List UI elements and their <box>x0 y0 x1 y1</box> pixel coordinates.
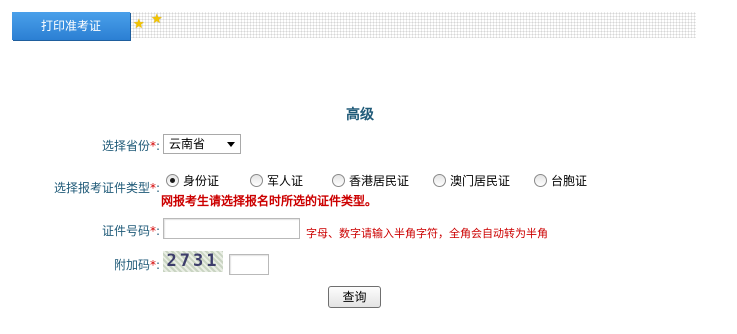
required-mark: * <box>149 224 156 238</box>
radio-unchecked-icon[interactable] <box>250 174 263 187</box>
captcha-image[interactable]: 2731 <box>163 251 223 272</box>
radio-checked-icon[interactable] <box>166 174 179 187</box>
province-select[interactable]: 云南省 <box>163 134 241 154</box>
page-title: 高级 <box>346 107 374 123</box>
id-number-label: 证件号码*: <box>101 224 160 238</box>
radio-unchecked-icon[interactable] <box>534 174 547 187</box>
id-type-label: 选择报考证件类型*: <box>53 181 160 195</box>
captcha-label-text: 附加码 <box>113 258 150 272</box>
captcha-input[interactable] <box>229 254 269 275</box>
radio-hongkong-resident[interactable]: 香港居民证 <box>332 174 409 188</box>
id-number-label-text: 证件号码 <box>101 224 150 238</box>
star-icon: ★ <box>151 12 163 27</box>
id-number-input[interactable] <box>163 218 300 239</box>
radio-label: 香港居民证 <box>349 174 410 188</box>
required-mark: * <box>149 258 156 272</box>
required-mark: * <box>149 139 156 153</box>
tab-print-admission-ticket[interactable]: 打印准考证 <box>12 12 130 40</box>
radio-military-card[interactable]: 军人证 <box>250 174 303 188</box>
captcha-label: 附加码*: <box>113 258 160 272</box>
radio-unchecked-icon[interactable] <box>433 174 446 187</box>
required-mark: * <box>149 181 156 195</box>
province-label-text: 选择省份 <box>101 139 150 153</box>
id-type-label-text: 选择报考证件类型 <box>53 181 150 195</box>
radio-id-card[interactable]: 身份证 <box>166 174 219 188</box>
query-button[interactable]: 查询 <box>328 286 381 308</box>
star-icon: ★ <box>133 17 145 32</box>
province-label: 选择省份*: <box>101 139 160 153</box>
radio-label: 身份证 <box>183 174 220 188</box>
radio-label: 军人证 <box>267 174 304 188</box>
id-number-hint: 字母、数字请输入半角字符，全角会自动转为半角 <box>306 227 548 240</box>
radio-unchecked-icon[interactable] <box>332 174 345 187</box>
radio-label: 澳门居民证 <box>450 174 511 188</box>
radio-taiwan-compatriot[interactable]: 台胞证 <box>534 174 587 188</box>
province-select-value: 云南省 <box>169 137 206 151</box>
id-type-warning: 网报考生请选择报名时所选的证件类型。 <box>161 194 378 208</box>
radio-macao-resident[interactable]: 澳门居民证 <box>433 174 510 188</box>
radio-label: 台胞证 <box>551 174 588 188</box>
chevron-down-icon <box>227 142 235 147</box>
